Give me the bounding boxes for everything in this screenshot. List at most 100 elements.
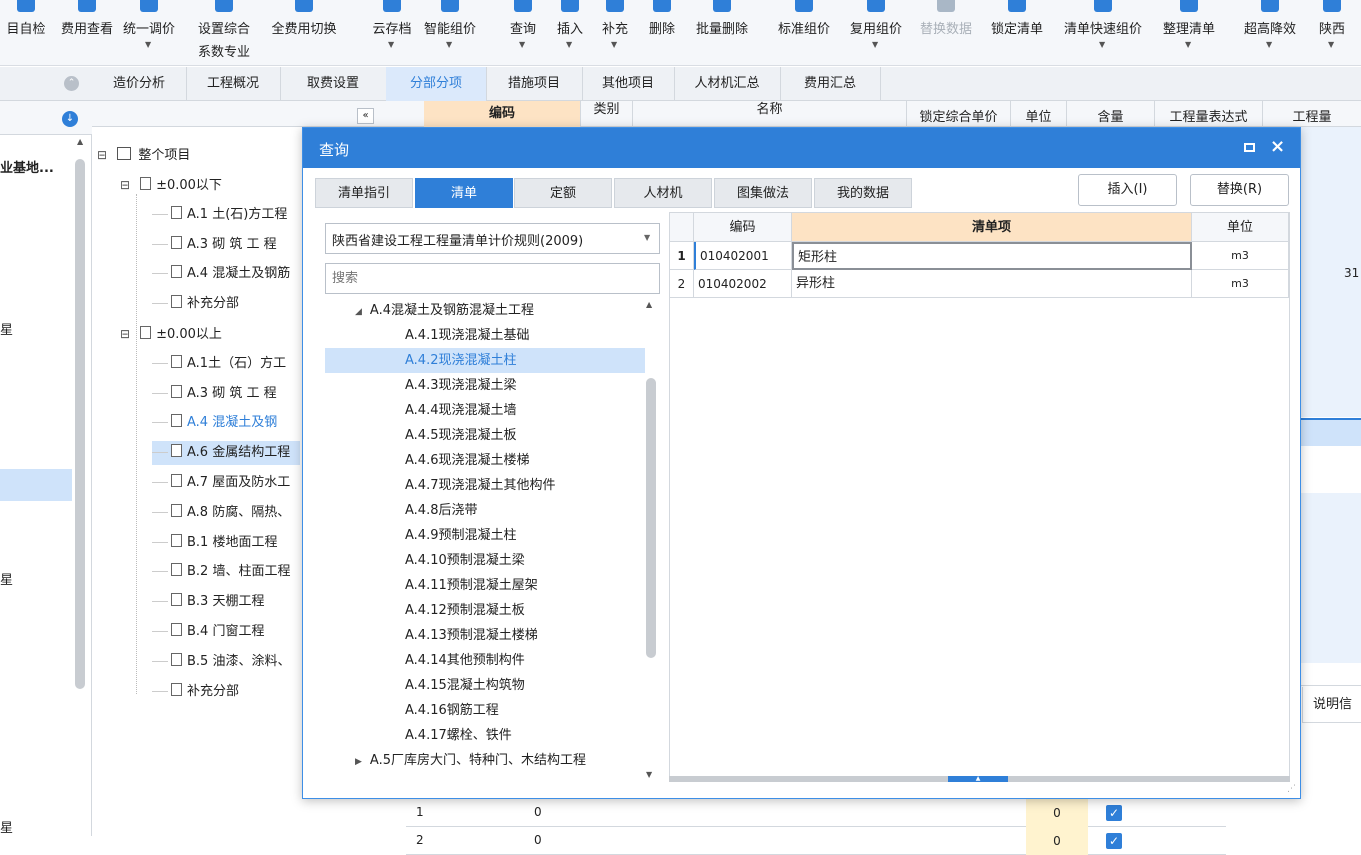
list-item[interactable]: A.4.13预制混凝土楼梯 xyxy=(325,623,645,648)
toolbar-button-18[interactable]: 超高降效 ▼ xyxy=(1232,0,1308,66)
list-item[interactable]: A.4.16钢筋工程 xyxy=(325,698,645,723)
toolbar-button-13[interactable]: 复用组价 ▼ xyxy=(842,0,910,66)
header-type[interactable]: 类别 xyxy=(580,101,632,127)
toolbar-button-9[interactable]: 补充 ▼ xyxy=(595,0,635,66)
list-item[interactable]: A.4.7现浇混凝土其他构件 xyxy=(325,473,645,498)
tree-node[interactable]: B.5 油漆、涂料、 xyxy=(152,650,290,674)
dialog-tab-3[interactable]: 人材机 xyxy=(614,178,712,208)
list-item[interactable]: A.4.2现浇混凝土柱 xyxy=(325,348,645,373)
table-header-0[interactable] xyxy=(670,213,694,242)
tree-node[interactable]: 补充分部 xyxy=(152,292,239,316)
list-item[interactable]: A.4.10预制混凝土梁 xyxy=(325,548,645,573)
resize-grip-icon[interactable]: ⋰ xyxy=(1287,784,1296,794)
left-selected-row[interactable] xyxy=(0,469,72,501)
tree-node[interactable]: 补充分部 xyxy=(152,680,239,704)
list-item[interactable]: A.4.1现浇混凝土基础 xyxy=(325,323,645,348)
close-icon[interactable]: × xyxy=(1270,136,1285,157)
toolbar-button-12[interactable]: 标准组价 xyxy=(770,0,838,66)
list-scroll-up-icon[interactable]: ▲ xyxy=(646,300,652,309)
caret-down-icon[interactable]: ▼ xyxy=(1266,40,1272,49)
tree-node[interactable]: A.4 混凝土及钢 xyxy=(152,411,277,435)
dialog-tab-1[interactable]: 清单 xyxy=(415,178,513,208)
caret-down-icon[interactable]: ▼ xyxy=(1099,40,1105,49)
header-name[interactable]: 名称 xyxy=(632,101,906,127)
tree-toggle-icon[interactable]: ⊟ xyxy=(120,178,130,192)
list-next-item[interactable]: ▶ A.5厂库房大门、特种门、木结构工程 xyxy=(355,748,586,773)
toolbar-button-14[interactable]: 替换数据 xyxy=(912,0,980,66)
caret-down-icon[interactable]: ▼ xyxy=(145,40,151,49)
list-item[interactable]: A.4.4现浇混凝土墙 xyxy=(325,398,645,423)
tree-node[interactable]: B.1 楼地面工程 xyxy=(152,531,277,555)
dialog-tab-2[interactable]: 定额 xyxy=(514,178,612,208)
replace-button[interactable]: 替换(R) xyxy=(1190,174,1289,206)
expand-triangle-icon[interactable]: ◢ xyxy=(355,307,362,317)
header-qty[interactable]: 工程量 xyxy=(1262,101,1361,127)
collapsed-triangle-icon[interactable]: ▶ xyxy=(355,757,362,767)
tree-node[interactable]: A.8 防腐、隔热、 xyxy=(152,501,290,525)
caret-down-icon[interactable]: ▼ xyxy=(611,40,617,49)
toolbar-button-4[interactable]: 全费用切换 xyxy=(264,0,344,66)
item-code[interactable]: 010402001 xyxy=(694,242,792,270)
main-tab-7[interactable]: 费用汇总 xyxy=(780,67,881,101)
table-row[interactable]: 2 0 0 ✓ xyxy=(406,827,1226,855)
left-item-project[interactable]: 业基地... xyxy=(0,157,54,176)
tree-toggle-icon[interactable]: ⊟ xyxy=(120,327,130,341)
collapse-panel-button[interactable]: « xyxy=(357,108,374,124)
caret-down-icon[interactable]: ▼ xyxy=(446,40,452,49)
list-scroll-down-icon[interactable]: ▼ xyxy=(646,770,652,779)
header-expr[interactable]: 工程量表达式 xyxy=(1154,101,1262,127)
tree-node[interactable]: A.3 砌 筑 工 程 xyxy=(152,382,277,406)
item-unit[interactable]: m3 xyxy=(1192,242,1289,270)
download-icon[interactable]: ↓ xyxy=(62,111,78,127)
search-input[interactable] xyxy=(325,263,660,294)
toolbar-button-8[interactable]: 插入 ▼ xyxy=(548,0,592,66)
list-item[interactable]: A.4.8后浇带 xyxy=(325,498,645,523)
toolbar-button-0[interactable]: 目自检 xyxy=(0,0,52,66)
header-content[interactable]: 含量 xyxy=(1066,101,1154,127)
table-header-1[interactable]: 编码 xyxy=(694,213,792,242)
table-row[interactable]: 1 010402001 矩形柱 m3 xyxy=(670,242,1289,270)
tree-node[interactable]: A.1 土(石)方工程 xyxy=(152,203,287,227)
tree-scroll-up-icon[interactable]: ▲ xyxy=(77,137,83,146)
caret-down-icon[interactable]: ▼ xyxy=(1328,40,1334,49)
toolbar-button-6[interactable]: 智能组价 ▼ xyxy=(417,0,483,66)
tree-root[interactable]: ⊟ 整个项目 xyxy=(97,143,190,167)
main-tab-3[interactable]: 分部分项 xyxy=(386,67,487,101)
toolbar-button-10[interactable]: 删除 xyxy=(643,0,681,66)
list-item[interactable]: A.4.9预制混凝土柱 xyxy=(325,523,645,548)
caret-down-icon[interactable]: ▼ xyxy=(519,40,525,49)
toolbar-button-15[interactable]: 锁定清单 xyxy=(982,0,1052,66)
left-item-4[interactable]: 星 xyxy=(0,817,13,836)
caret-down-icon[interactable]: ▼ xyxy=(872,40,878,49)
list-item[interactable]: A.4.14其他预制构件 xyxy=(325,648,645,673)
toolbar-button-2[interactable]: 统一调价 ▼ xyxy=(122,0,176,66)
list-parent-item[interactable]: ◢ A.4混凝土及钢筋混凝土工程 xyxy=(355,298,534,323)
item-unit[interactable]: m3 xyxy=(1192,270,1289,298)
checkbox-checked-icon[interactable]: ✓ xyxy=(1106,833,1122,849)
main-tab-0[interactable]: 造价分析 xyxy=(92,67,187,101)
main-tab-4[interactable]: 措施项目 xyxy=(486,67,583,101)
table-header-3[interactable]: 单位 xyxy=(1192,213,1289,242)
caret-down-icon[interactable]: ▼ xyxy=(388,40,394,49)
list-item[interactable]: A.4.3现浇混凝土梁 xyxy=(325,373,645,398)
spec-select[interactable]: 陕西省建设工程工程量清单计价规则(2009) ▼ xyxy=(325,223,660,254)
tree-node[interactable]: A.3 砌 筑 工 程 xyxy=(152,233,277,257)
collapse-up-icon[interactable]: ⌃ xyxy=(64,76,79,91)
toolbar-button-3[interactable]: 设置综合 系数专业 xyxy=(192,0,256,66)
list-item[interactable]: A.4.17螺栓、铁件 xyxy=(325,723,645,748)
main-tab-6[interactable]: 人材机汇总 xyxy=(674,67,781,101)
toolbar-button-17[interactable]: 整理清单 ▼ xyxy=(1153,0,1225,66)
toolbar-button-19[interactable]: 陕西 ▼ xyxy=(1312,0,1352,66)
dialog-tab-4[interactable]: 图集做法 xyxy=(714,178,812,208)
tree-node[interactable]: A.7 屋面及防水工 xyxy=(152,471,290,495)
checkbox-checked-icon[interactable]: ✓ xyxy=(1106,805,1122,821)
toolbar-button-1[interactable]: 费用查看 xyxy=(55,0,119,66)
tree-node[interactable]: A.4 混凝土及钢筋 xyxy=(152,262,290,286)
dialog-tab-5[interactable]: 我的数据 xyxy=(814,178,912,208)
splitter-handle[interactable]: ▲ xyxy=(948,776,1008,782)
table-row[interactable]: 2 010402002 异形柱 m3 xyxy=(670,270,1289,298)
tree-node[interactable]: B.3 天棚工程 xyxy=(152,590,264,614)
maximize-icon[interactable] xyxy=(1244,143,1255,152)
tree-node[interactable]: B.4 门窗工程 xyxy=(152,620,264,644)
toolbar-button-5[interactable]: 云存档 ▼ xyxy=(364,0,420,66)
